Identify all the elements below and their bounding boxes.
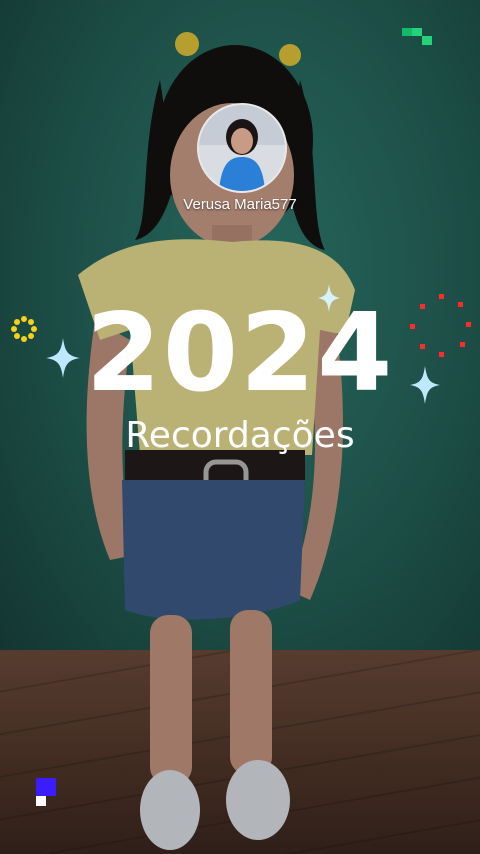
year-title: 2024 [85,291,395,416]
avatar[interactable] [197,103,287,193]
pixel-block-icon [36,778,56,806]
memories-subtitle: Recordações [125,415,355,456]
pixel-corner-icon [402,28,432,45]
profile-photo-icon [199,105,285,191]
username[interactable]: Verusa Maria577 [0,196,480,213]
